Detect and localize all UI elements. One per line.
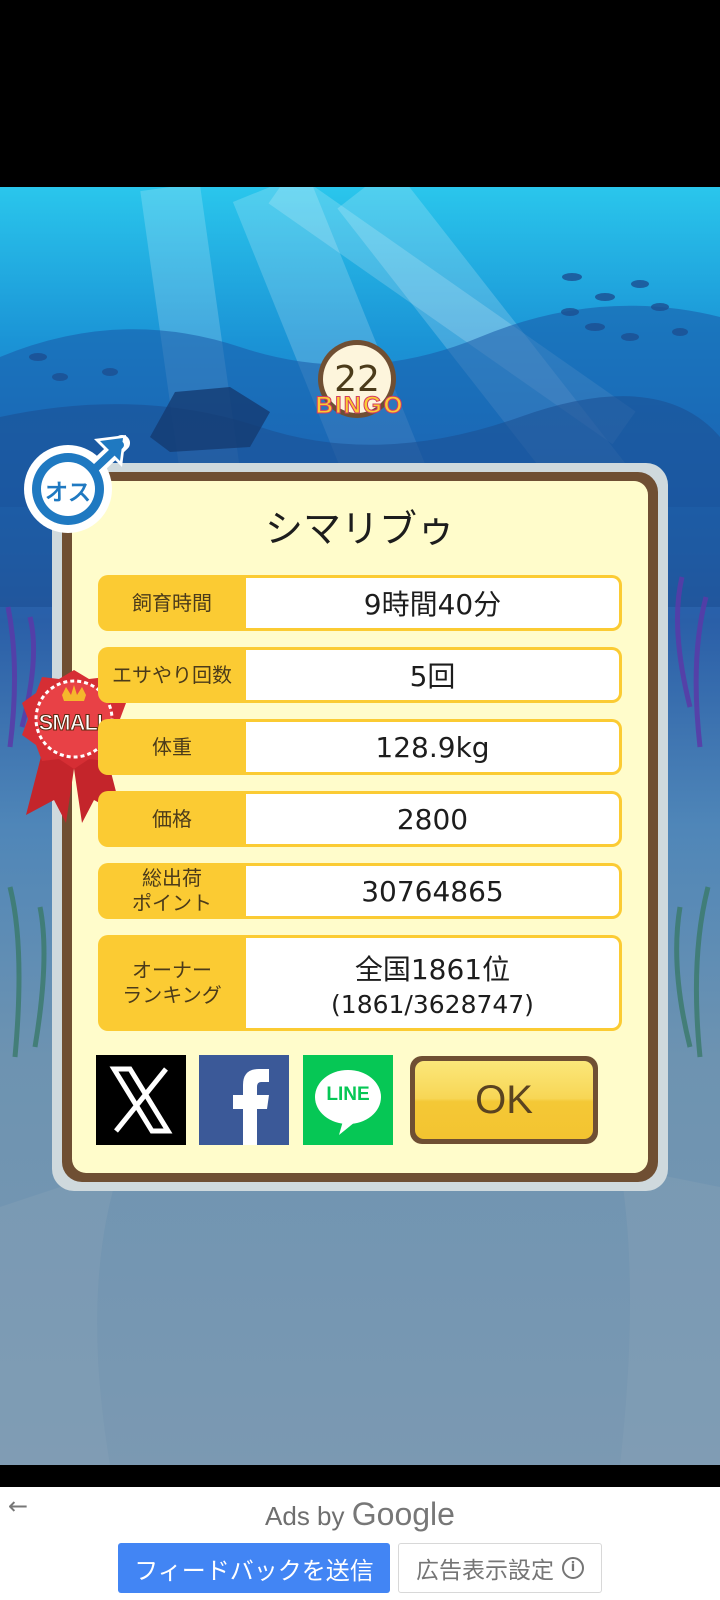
x-logo-icon — [109, 1066, 173, 1134]
ok-button[interactable]: OK — [410, 1056, 598, 1144]
stat-label: 総出荷 ポイント — [98, 863, 246, 919]
stat-value: 9時間40分 — [246, 575, 622, 631]
ranking-value: 全国1861位 — [354, 952, 511, 986]
stat-label: 飼育時間 — [98, 575, 246, 631]
share-x-button[interactable] — [96, 1055, 186, 1145]
stat-row-owner-ranking: オーナー ランキング 全国1861位 (1861/3628747) — [98, 935, 622, 1031]
info-icon: i — [562, 1557, 584, 1579]
stat-value: 30764865 — [246, 863, 622, 919]
stat-row-feed-count: エサやり回数 5回 — [98, 647, 622, 703]
ranking-detail: (1861/3628747) — [331, 989, 534, 1019]
stat-label: エサやり回数 — [98, 647, 246, 703]
bingo-count-badge: 22 BINGO — [315, 340, 403, 424]
stat-row-breeding-time: 飼育時間 9時間40分 — [98, 575, 622, 631]
stat-value: 128.9kg — [246, 719, 622, 775]
stat-row-price: 価格 2800 — [98, 791, 622, 847]
bingo-label: BINGO — [315, 392, 405, 420]
stat-label-line: オーナー — [132, 958, 212, 982]
send-feedback-button[interactable]: フィードバックを送信 — [118, 1543, 390, 1593]
stat-label-line: ポイント — [132, 891, 212, 915]
ad-settings-label: 広告表示設定 — [416, 1558, 554, 1584]
stat-value: 全国1861位 (1861/3628747) — [246, 935, 622, 1031]
ads-by-google: Ads by Google — [0, 1496, 720, 1533]
stat-value: 2800 — [246, 791, 622, 847]
stat-label-line: ランキング — [122, 983, 222, 1007]
stat-label-line: 総出荷 — [142, 866, 202, 890]
facebook-logo-icon — [233, 1069, 269, 1145]
fish-name-title: シマリブゥ — [264, 507, 455, 551]
google-logo-text: Google — [351, 1496, 455, 1532]
share-line-button[interactable]: LINE — [303, 1055, 393, 1145]
ads-by-text: Ads by — [265, 1501, 345, 1531]
stat-row-weight: 体重 128.9kg — [98, 719, 622, 775]
stat-label: オーナー ランキング — [98, 935, 246, 1031]
stat-label: 体重 — [98, 719, 246, 775]
share-facebook-button[interactable] — [199, 1055, 289, 1145]
ok-button-label: OK — [415, 1061, 593, 1139]
stat-value: 5回 — [246, 647, 622, 703]
stat-row-shipping-points: 総出荷 ポイント 30764865 — [98, 863, 622, 919]
stat-label: 価格 — [98, 791, 246, 847]
line-label: LINE — [326, 1084, 370, 1105]
ad-settings-button[interactable]: 広告表示設定 i — [398, 1543, 602, 1593]
